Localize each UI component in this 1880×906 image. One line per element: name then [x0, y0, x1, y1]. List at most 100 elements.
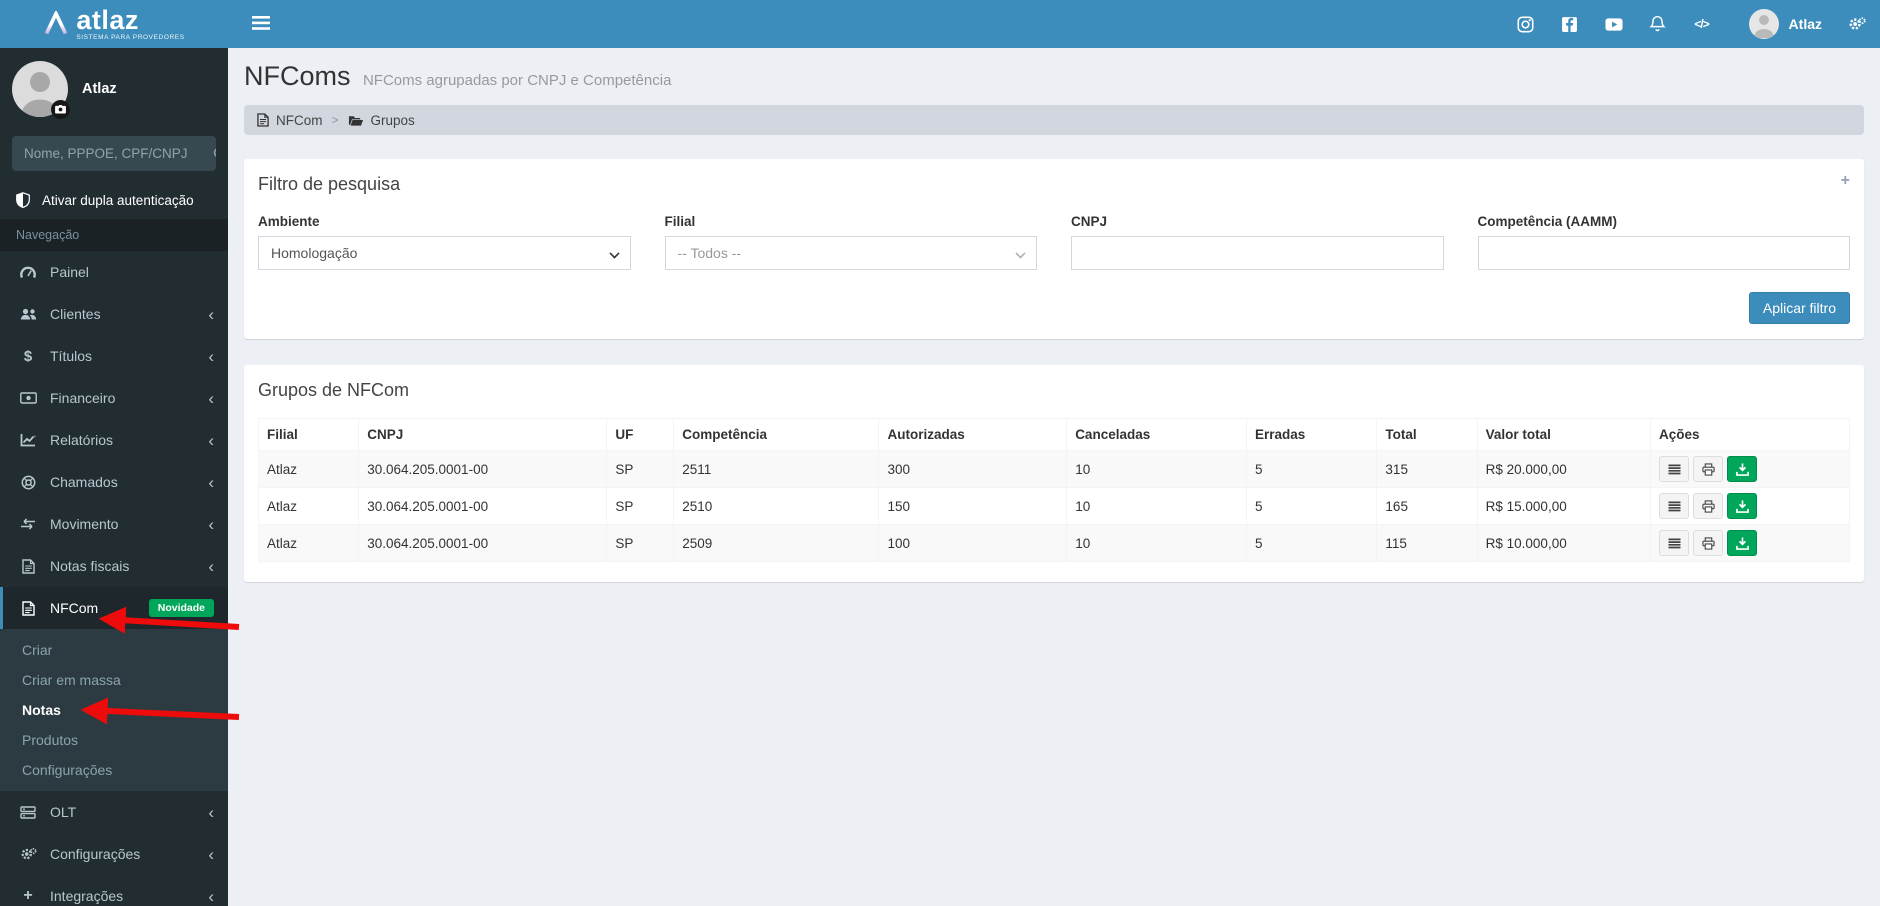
submenu-item-criar[interactable]: Criar [0, 635, 228, 665]
dollar-icon: $ [23, 347, 33, 365]
camera-icon [55, 105, 66, 114]
table-row: Atlaz 30.064.205.0001-00 SP 2509 100 10 … [257, 524, 1850, 562]
ambiente-select[interactable]: Homologação [258, 236, 631, 270]
cell-total: 115 [1376, 524, 1478, 562]
filter-box: Filtro de pesquisa + Ambiente Homologaçã… [244, 159, 1864, 339]
breadcrumb-grupos[interactable]: Grupos [348, 113, 415, 128]
gears-icon[interactable] [1848, 0, 1866, 48]
change-avatar-button[interactable] [51, 100, 70, 119]
sidebar-item-titulos[interactable]: $ Títulos ‹ [0, 335, 228, 377]
breadcrumb-nfcom[interactable]: NFCom [257, 113, 323, 128]
search-input[interactable] [12, 136, 213, 171]
collapse-plus-icon[interactable]: + [1841, 172, 1850, 190]
sidebar-item-integracoes[interactable]: + Integrações ‹ [0, 875, 228, 906]
sidebar-item-nfcom[interactable]: NFCom Novidade [0, 587, 228, 629]
sidebar-item-relatorios[interactable]: Relatórios ‹ [0, 419, 228, 461]
table-row: Atlaz 30.064.205.0001-00 SP 2510 150 10 … [257, 487, 1850, 525]
novidade-badge: Novidade [148, 599, 214, 617]
chevron-left-icon: ‹ [208, 556, 214, 576]
sidebar-item-clientes[interactable]: Clientes ‹ [0, 293, 228, 335]
print-icon [1701, 536, 1715, 550]
sidebar-item-financeiro[interactable]: Financeiro ‹ [0, 377, 228, 419]
groups-table: Filial CNPJ UF Competência Autorizadas C… [257, 418, 1850, 562]
groups-box-header: Grupos de NFCom [244, 365, 1864, 410]
print-button[interactable] [1693, 493, 1724, 519]
chevron-left-icon: ‹ [208, 886, 214, 906]
cell-autorizadas: 300 [878, 450, 1068, 488]
download-button[interactable] [1727, 493, 1758, 519]
bell-icon[interactable] [1649, 0, 1667, 48]
cell-canceladas: 10 [1066, 524, 1247, 562]
cell-valor-total: R$ 15.000,00 [1476, 487, 1652, 525]
cell-filial: Atlaz [257, 524, 360, 562]
cnpj-input[interactable] [1071, 236, 1444, 270]
cell-acoes [1650, 487, 1850, 525]
groups-box: Grupos de NFCom Filial CNPJ UF Competênc… [244, 365, 1864, 582]
download-button[interactable] [1727, 530, 1758, 556]
cell-cnpj: 30.064.205.0001-00 [358, 487, 608, 525]
submenu-item-produtos[interactable]: Produtos [0, 725, 228, 755]
youtube-icon[interactable] [1605, 0, 1623, 48]
list-button[interactable] [1659, 530, 1690, 556]
table-header-row: Filial CNPJ UF Competência Autorizadas C… [257, 418, 1850, 451]
search-icon [213, 148, 216, 157]
brand-logo[interactable]: atlaz SISTEMA PARA PROVEDORES [0, 0, 228, 48]
field-ambiente: Ambiente Homologação [258, 214, 631, 270]
download-icon [1735, 462, 1749, 476]
cell-competencia: 2511 [673, 450, 880, 488]
sidebar-item-movimento[interactable]: Movimento ‹ [0, 503, 228, 545]
groups-title: Grupos de NFCom [258, 380, 410, 400]
cell-competencia: 2509 [673, 524, 880, 562]
chevron-left-icon: ‹ [208, 304, 214, 324]
submenu-item-criar-em-massa[interactable]: Criar em massa [0, 665, 228, 695]
sidebar-item-notas-fiscais[interactable]: Notas fiscais ‹ [0, 545, 228, 587]
print-button[interactable] [1693, 530, 1724, 556]
list-button[interactable] [1659, 493, 1690, 519]
col-autorizadas: Autorizadas [878, 418, 1068, 451]
ambiente-label: Ambiente [258, 214, 320, 229]
competencia-input[interactable] [1477, 236, 1850, 270]
sidebar-menu: Painel Clientes ‹ $ Títulos ‹ Financeiro… [0, 251, 228, 629]
list-button[interactable] [1659, 456, 1690, 482]
code-icon[interactable]: </> [1693, 0, 1711, 48]
user-menu[interactable]: Atlaz [1748, 9, 1822, 39]
two-factor-link[interactable]: Ativar dupla autenticação [0, 181, 228, 219]
col-uf: UF [606, 418, 675, 451]
cell-cnpj: 30.064.205.0001-00 [358, 524, 608, 562]
navbar-right: </> Atlaz [1517, 0, 1880, 48]
sidebar-item-chamados[interactable]: Chamados ‹ [0, 461, 228, 503]
cell-acoes [1650, 450, 1850, 488]
competencia-label: Competência (AAMM) [1477, 214, 1618, 229]
sidebar-item-configuracoes[interactable]: Configurações ‹ [0, 833, 228, 875]
print-button[interactable] [1693, 456, 1724, 482]
instagram-icon[interactable] [1517, 0, 1535, 48]
file-icon [257, 113, 269, 127]
sidebar-toggle-button[interactable] [246, 10, 276, 39]
cell-autorizadas: 100 [878, 524, 1068, 562]
search-button[interactable] [213, 136, 216, 171]
submenu-item-configuracoes[interactable]: Configurações [0, 755, 228, 785]
nfcom-submenu: Criar Criar em massa Notas Produtos Conf… [0, 629, 228, 791]
apply-filter-button[interactable]: Aplicar filtro [1748, 292, 1850, 324]
cell-erradas: 5 [1245, 524, 1378, 562]
sidebar-item-painel[interactable]: Painel [0, 251, 228, 293]
col-total: Total [1376, 418, 1478, 451]
cell-filial: Atlaz [257, 450, 360, 488]
submenu-item-notas[interactable]: Notas [0, 695, 228, 725]
cell-erradas: 5 [1245, 487, 1378, 525]
field-cnpj: CNPJ [1071, 214, 1444, 270]
sidebar-item-olt[interactable]: OLT ‹ [0, 791, 228, 833]
filial-select[interactable]: -- Todos -- [664, 236, 1037, 270]
list-icon [1668, 538, 1681, 548]
filial-label: Filial [664, 214, 696, 229]
chevron-left-icon: ‹ [208, 802, 214, 822]
download-button[interactable] [1727, 456, 1758, 482]
gears-icon [19, 847, 37, 862]
cnpj-label: CNPJ [1071, 214, 1108, 229]
chevron-down-icon [608, 248, 620, 259]
server-icon [19, 805, 37, 819]
table-row: Atlaz 30.064.205.0001-00 SP 2511 300 10 … [257, 450, 1850, 488]
brand-triangle-icon [45, 11, 68, 35]
page-subtitle: NFComs agrupadas por CNPJ e Competência [362, 72, 672, 89]
facebook-icon[interactable] [1561, 0, 1579, 48]
